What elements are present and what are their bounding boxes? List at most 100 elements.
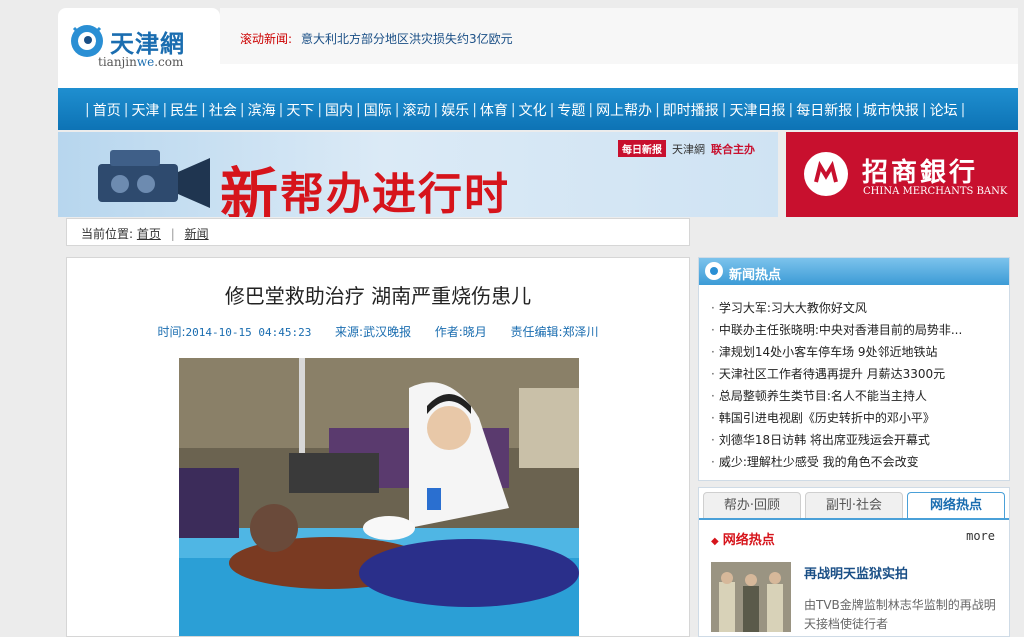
nav-item[interactable]: | 体育 xyxy=(469,100,508,120)
logo-text-cn[interactable]: 天津網 xyxy=(110,24,185,59)
nav-item-label[interactable]: 国际 xyxy=(364,100,392,120)
feature-title-link[interactable]: 再战明天监狱实拍 xyxy=(804,563,908,582)
nav-item-label[interactable]: 娱乐 xyxy=(441,100,469,120)
nav-separator: | xyxy=(433,102,439,118)
hot-news-item-text[interactable]: 中联办主任张晓明:中央对香港目前的局势非... xyxy=(719,323,963,337)
campaign-banner[interactable]: 新帮办进行时 每日新报 天津網 联合主办 xyxy=(58,132,778,217)
nav-item-label[interactable]: 专题 xyxy=(557,100,585,120)
banner-partners: 每日新报 天津網 联合主办 xyxy=(618,140,755,157)
breadcrumb-label: 当前位置: xyxy=(81,227,134,241)
feature-thumbnail[interactable] xyxy=(711,562,791,632)
hot-news-item[interactable]: · 中联办主任张晓明:中央对香港目前的局势非... xyxy=(711,321,962,343)
tab-underline xyxy=(699,518,1009,520)
nav-item[interactable]: | 城市快报 xyxy=(852,100,919,120)
tab-strip: 帮办·回顾 副刊·社会 网络热点 xyxy=(703,492,1005,519)
hot-news-item-text[interactable]: 天津社区工作者待遇再提升 月薪达3300元 xyxy=(719,367,945,381)
breadcrumb-home-link[interactable]: 首页 xyxy=(137,227,161,241)
nav-item-label[interactable]: 滚动 xyxy=(402,100,430,120)
nav-item-label[interactable]: 社会 xyxy=(209,100,237,120)
hot-news-item-text[interactable]: 总局整顿养生类节目:名人不能当主持人 xyxy=(719,389,927,403)
banner-title-big: 新 xyxy=(220,161,281,217)
hot-news-item[interactable]: · 韩国引进电视剧《历史转折中的邓小平》 xyxy=(711,409,962,431)
nav-item[interactable]: | 文化 xyxy=(508,100,547,120)
nav-item[interactable]: | 天津日报 xyxy=(719,100,786,120)
tab-item[interactable]: 网络热点 xyxy=(907,492,1005,519)
time-label: 时间: xyxy=(157,325,186,339)
nav-item-label[interactable]: 首页 xyxy=(93,100,121,120)
nav-item[interactable]: | 首页 xyxy=(82,100,121,120)
nav-item-label[interactable]: 滨海 xyxy=(248,100,276,120)
breadcrumb-row: 当前位置: 首页 | 新闻 xyxy=(81,225,209,242)
hot-news-item[interactable]: · 威少:理解杜少感受 我的角色不会改变 xyxy=(711,453,962,475)
cmb-name-cn: 招商銀行 xyxy=(862,158,979,188)
nav-item-label[interactable]: 城市快报 xyxy=(863,100,919,120)
main-nav: | 首页 | 天津 | 民生 | 社会 | 滨海 | 天下 | 国内 | 国际 | 滚动 | 娱乐 | 体育 | 文化 | 专题 |… xyxy=(58,88,1018,130)
logo-text-en[interactable]: tianjinwe.com xyxy=(98,55,183,69)
hot-news-item-text[interactable]: 韩国引进电视剧《历史转折中的邓小平》 xyxy=(719,411,935,425)
nav-item[interactable]: | 论坛 | xyxy=(919,100,968,120)
nav-item-label[interactable]: 体育 xyxy=(480,100,508,120)
hot-news-title: 新闻热点 xyxy=(729,268,782,283)
nav-item-label[interactable]: 文化 xyxy=(519,100,547,120)
nav-item-label[interactable]: 论坛 xyxy=(930,100,958,120)
nav-item-label[interactable]: 民生 xyxy=(170,100,198,120)
nav-item-label[interactable]: 天津日报 xyxy=(730,100,786,120)
hot-news-item-text[interactable]: 津规划14处小客车停车场 9处邻近地铁站 xyxy=(719,345,938,359)
nav-item[interactable]: | 滚动 xyxy=(392,100,431,120)
ticker-label: 滚动新闻: xyxy=(240,32,293,46)
nav-item[interactable]: | 国际 xyxy=(353,100,392,120)
logo-en-part-c: .com xyxy=(154,55,184,69)
more-link[interactable]: more xyxy=(966,529,995,543)
banner-title-rest: 帮办进行时 xyxy=(280,169,511,217)
bullet-icon: · xyxy=(711,345,715,359)
nav-item[interactable]: | 社会 xyxy=(198,100,237,120)
bullet-icon: · xyxy=(711,367,715,381)
nav-separator: | xyxy=(317,102,323,118)
bullet-icon: · xyxy=(711,455,715,469)
hot-news-item-text[interactable]: 刘德华18日访韩 将出席亚残运会开幕式 xyxy=(719,433,930,447)
hot-news-item[interactable]: · 津规划14处小客车停车场 9处邻近地铁站 xyxy=(711,343,962,365)
article-photo xyxy=(179,358,579,636)
hot-news-item[interactable]: · 天津社区工作者待遇再提升 月薪达3300元 xyxy=(711,365,962,387)
hot-news-item[interactable]: · 总局整顿养生类节目:名人不能当主持人 xyxy=(711,387,962,409)
partner-paper-badge: 每日新报 xyxy=(618,140,666,157)
nav-item-label[interactable]: 每日新报 xyxy=(796,100,852,120)
bullet-icon: · xyxy=(711,301,715,315)
nav-item-label[interactable]: 天津 xyxy=(131,100,159,120)
partner-site: 天津網 xyxy=(672,142,705,156)
nav-item[interactable]: | 娱乐 xyxy=(430,100,469,120)
breadcrumb: 当前位置: 首页 | 新闻 xyxy=(66,218,690,246)
nav-item[interactable]: | 国内 xyxy=(314,100,353,120)
nav-item[interactable]: | 每日新报 xyxy=(786,100,853,120)
breadcrumb-divider: | xyxy=(170,227,175,241)
logo-en-part-a: tianjin xyxy=(98,55,137,69)
hot-news-item-text[interactable]: 威少:理解杜少感受 我的角色不会改变 xyxy=(719,455,919,469)
nav-item[interactable]: | 天津 xyxy=(121,100,160,120)
section-subtitle: 网络热点 xyxy=(722,533,775,548)
cmb-ad-banner[interactable]: 招商銀行 CHINA MERCHANTS BANK xyxy=(786,132,1018,217)
breadcrumb-section-link[interactable]: 新闻 xyxy=(185,227,209,241)
nav-item-label[interactable]: 国内 xyxy=(325,100,353,120)
nav-item[interactable]: | 网上帮办 xyxy=(585,100,652,120)
ticker-headline-link[interactable]: 意大利北方部分地区洪灾损失约3亿欧元 xyxy=(301,30,513,47)
hot-news-item[interactable]: · 学习大军:习大大教你好文风 xyxy=(711,299,962,321)
nav-item[interactable]: | 天下 xyxy=(276,100,315,120)
nav-separator: | xyxy=(85,102,90,118)
article-panel: 修巴堂救助治疗 湖南严重烧伤患儿 时间:2014-10-15 04:45:23 … xyxy=(66,257,690,637)
nav-separator: | xyxy=(394,102,400,118)
nav-separator: | xyxy=(510,102,516,118)
tab-item[interactable]: 帮办·回顾 xyxy=(703,492,801,519)
nav-item[interactable]: | 民生 xyxy=(159,100,198,120)
tab-item[interactable]: 副刊·社会 xyxy=(805,492,903,519)
hot-news-item-text[interactable]: 学习大军:习大大教你好文风 xyxy=(719,301,867,315)
nav-item[interactable]: | 专题 xyxy=(547,100,586,120)
source-value: 武汉晚报 xyxy=(363,325,412,339)
nav-separator: | xyxy=(162,102,168,118)
nav-item-label[interactable]: 即时播报 xyxy=(663,100,719,120)
nav-item[interactable]: | 即时播报 xyxy=(652,100,719,120)
nav-item[interactable]: | 滨海 xyxy=(237,100,276,120)
nav-item-label[interactable]: 天下 xyxy=(286,100,314,120)
hot-news-item[interactable]: · 刘德华18日访韩 将出席亚残运会开幕式 xyxy=(711,431,962,453)
nav-item-label[interactable]: 网上帮办 xyxy=(596,100,652,120)
editor-label: 责任编辑: xyxy=(510,325,563,339)
